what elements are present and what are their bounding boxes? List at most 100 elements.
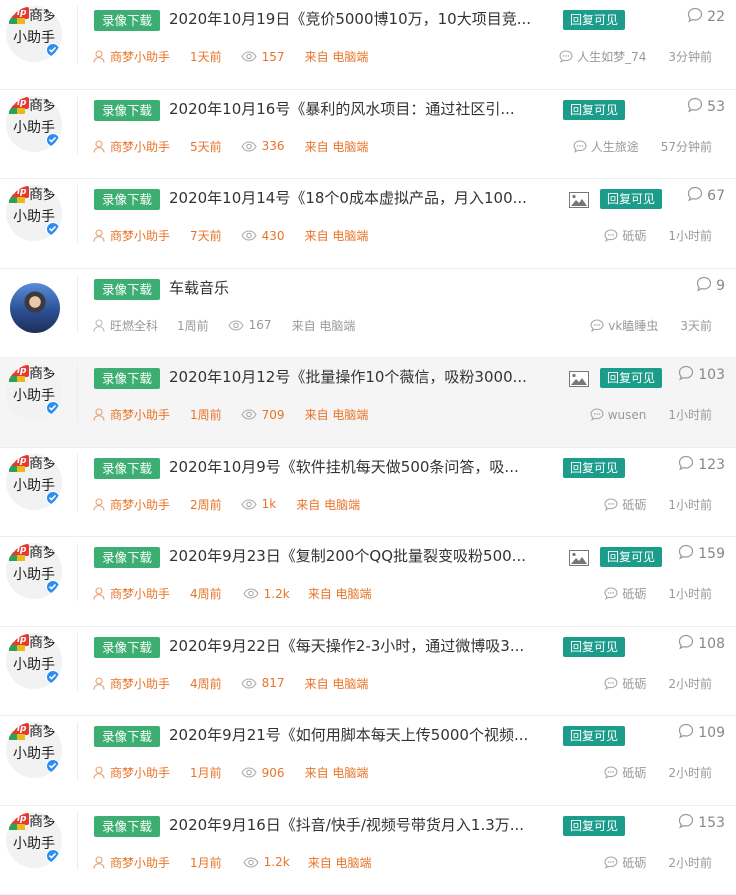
category-tag[interactable]: 录像下载 [94,726,160,747]
last-reply-time: 2小时前 [668,854,712,871]
post-source: 来自 电脑端 [305,227,369,244]
comment-count[interactable]: 123 [678,455,725,475]
comment-count[interactable]: 22 [687,7,725,27]
thread-title[interactable]: 2020年9月22日《每天操作2-3小时，通过微博吸3... [169,635,524,657]
thread-row[interactable]: vip商梦小助手 录像下载 2020年9月16日《抖音/快手/视频号带货月入1.3万… [0,806,736,895]
author-name[interactable]: 商梦小助手 [110,406,170,423]
comment-count[interactable]: 103 [678,365,725,385]
thread-title[interactable]: 2020年10月9号《软件挂机每天做500条问答，吸... [169,456,519,478]
user-icon [93,587,105,600]
thread-row[interactable]: vip商梦小助手 录像下载 2020年10月12号《批量操作10个薇信，吸粉3000… [0,358,736,448]
last-reply: 砥砺2小时前 [604,764,712,781]
comment-count[interactable]: 109 [678,723,725,743]
category-tag[interactable]: 录像下载 [94,189,160,210]
thread-list: vip商梦小助手录像下载2020年10月19日《竞价5000博10万，10大项目… [0,0,736,895]
last-reply-user[interactable]: 砥砺 [604,854,646,871]
last-reply-time: 1小时前 [668,406,712,423]
comment-count[interactable]: 67 [687,186,725,206]
thread-title[interactable]: 2020年9月21号《如何用脚本每天上传5000个视频... [169,724,528,746]
author-avatar[interactable]: vip商梦小助手 [6,633,62,689]
reply-bubble-icon [604,229,618,242]
thread-title[interactable]: 车载音乐 [169,277,229,299]
author-name[interactable]: 商梦小助手 [110,48,170,65]
thread-row[interactable]: vip商梦小助手 录像下载 2020年9月22日《每天操作2-3小时，通过微博吸3.… [0,627,736,717]
last-reply: 砥砺 2小时前 [604,854,712,871]
last-reply-user[interactable]: 人生如梦_74 [559,48,646,65]
last-reply-user[interactable]: 砥砺 [604,675,646,692]
view-count-value: 167 [249,318,272,332]
thread-row[interactable]: vip商梦小助手 录像下载 2020年10月19日《竞价5000博10万，10大项目… [0,0,736,90]
view-count: 906 [241,766,285,780]
author-avatar[interactable] [10,283,60,333]
comment-bubble-icon [678,634,694,654]
thread-row[interactable]: vip商梦小助手 录像下载 2020年9月23日《复制200个QQ批量裂变吸粉500… [0,537,736,627]
author-avatar[interactable]: vip商梦小助手 [6,185,62,241]
post-time: 4周前 [190,585,222,602]
last-reply: 砥砺1小时前 [604,585,712,602]
verified-icon [46,580,60,594]
category-tag[interactable]: 录像下载 [94,10,160,31]
thread-row[interactable]: vip商梦小助手 录像下载 2020年10月9号《软件挂机每天做500条问答，吸..… [0,448,736,538]
user-icon [93,140,105,153]
comment-count[interactable]: 108 [678,634,725,654]
last-reply-user[interactable]: 砥砺 [604,585,646,602]
comment-count-value: 108 [698,636,725,652]
view-count-value: 906 [262,766,285,780]
thread-title[interactable]: 2020年9月23日《复制200个QQ批量裂变吸粉500... [169,545,526,567]
thread-title[interactable]: 2020年10月19日《竞价5000博10万，10大项目竞... [169,8,531,30]
author-avatar[interactable]: vip商梦小助手 [6,364,62,420]
category-tag[interactable]: 录像下载 [94,368,160,389]
last-reply-user[interactable]: 砥砺 [604,764,646,781]
author-name[interactable]: 商梦小助手 [110,675,170,692]
thread-title[interactable]: 2020年10月16号《暴利的风水项目：通过社区引... [169,98,515,120]
thread-row[interactable]: vip商梦小助手 录像下载 2020年10月16号《暴利的风水项目：通过社区引...… [0,90,736,180]
thread-title[interactable]: 2020年10月14号《18个0成本虚拟产品，月入100... [169,187,527,209]
last-reply-user[interactable]: vk瞌睡虫 [590,317,658,334]
author-avatar[interactable]: vip商梦小助手 [6,812,62,868]
category-tag[interactable]: 录像下载 [94,279,160,300]
thread-row[interactable]: vip商梦小助手 录像下载 2020年9月21号《如何用脚本每天上传5000个视频.… [0,716,736,806]
last-reply: vk瞌睡虫3天前 [590,317,712,334]
thread-title[interactable]: 2020年10月12号《批量操作10个薇信，吸粉3000... [169,366,527,388]
thread-row[interactable]: 录像下载车载音乐9旺燃全科1周前167来自 电脑端vk瞌睡虫3天前 [0,269,736,359]
post-time: 1周前 [190,406,222,423]
thread-row[interactable]: vip商梦小助手 录像下载 2020年10月14号《18个0成本虚拟产品，月入100… [0,179,736,269]
category-tag[interactable]: 录像下载 [94,458,160,479]
author-name[interactable]: 商梦小助手 [110,764,170,781]
author-name[interactable]: 商梦小助手 [110,854,170,871]
last-reply-user[interactable]: 砥砺 [604,227,646,244]
category-tag[interactable]: 录像下载 [94,547,160,568]
author-name[interactable]: 商梦小助手 [110,585,170,602]
vip-flag-icon [9,555,25,561]
eye-icon [241,141,257,152]
author-avatar[interactable]: vip商梦小助手 [6,722,62,778]
view-count-value: 157 [262,50,285,64]
last-reply-user[interactable]: 砥砺 [604,496,646,513]
author-avatar[interactable]: vip商梦小助手 [6,543,62,599]
category-tag[interactable]: 录像下载 [94,637,160,658]
thread-meta: 商梦小助手1周前709来自 电脑端 [93,406,368,423]
category-tag[interactable]: 录像下载 [94,816,160,837]
last-reply-user[interactable]: wusen [590,408,647,422]
author-avatar[interactable]: vip商梦小助手 [6,6,62,62]
comment-count[interactable]: 9 [696,276,725,296]
comment-count[interactable]: 159 [678,544,725,564]
last-reply-user[interactable]: 人生旅途 [573,138,639,155]
reply-bubble-icon [604,856,618,869]
post-time: 7天前 [190,227,222,244]
author-name[interactable]: 商梦小助手 [110,496,170,513]
thread-title[interactable]: 2020年9月16日《抖音/快手/视频号带货月入1.3万... [169,814,524,836]
author-avatar[interactable]: vip商梦小助手 [6,454,62,510]
comment-count[interactable]: 153 [678,813,725,833]
vip-flag-icon [9,734,25,740]
last-reply-user-name: wusen [608,408,647,422]
author-name[interactable]: 商梦小助手 [110,227,170,244]
post-time: 2周前 [190,496,222,513]
author-name[interactable]: 旺燃全科 [110,317,158,334]
thread-meta: 商梦小助手7天前430来自 电脑端 [93,227,368,244]
author-avatar[interactable]: vip商梦小助手 [6,96,62,152]
comment-count[interactable]: 53 [687,97,725,117]
author-name[interactable]: 商梦小助手 [110,138,170,155]
comment-count-value: 9 [716,278,725,294]
category-tag[interactable]: 录像下载 [94,100,160,121]
